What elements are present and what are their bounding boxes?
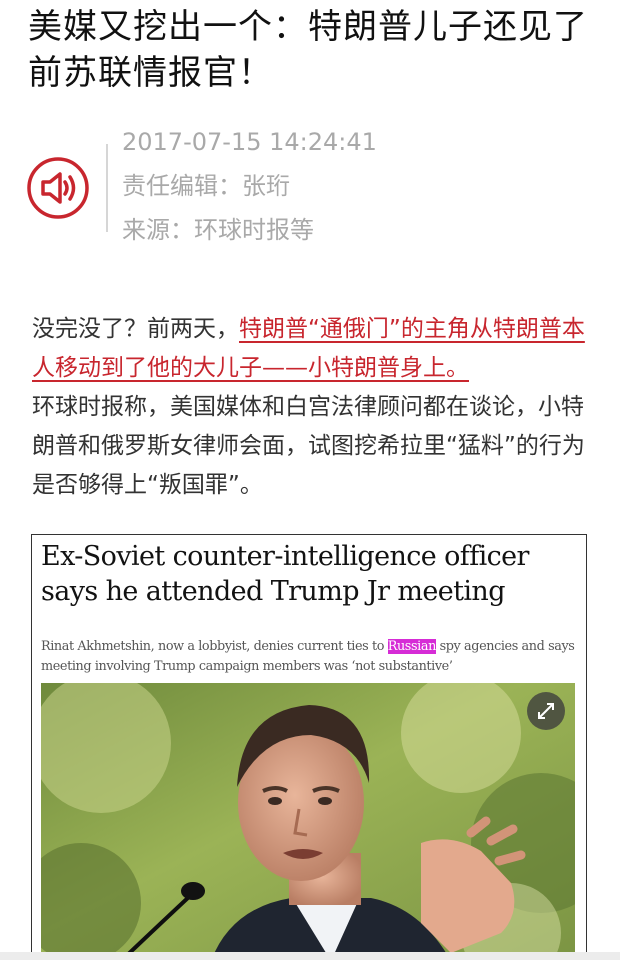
clip-standfirst-before: Rinat Akhmetshin, now a lobbyist, denies…: [41, 639, 388, 654]
article-meta: 2017-07-15 14:24:41 责任编辑：张珩 来源：环球时报等: [26, 120, 586, 260]
meta-lines: 2017-07-15 14:24:41 责任编辑：张珩 来源：环球时报等: [122, 120, 562, 252]
article-intro: 没完没了？前两天，特朗普“通俄门”的主角从特朗普本人移动到了他的大儿子——小特朗…: [32, 310, 592, 505]
editor-line: 责任编辑：张珩: [122, 172, 290, 200]
clip-standfirst: Rinat Akhmetshin, now a lobbyist, denies…: [41, 637, 581, 677]
meta-divider: [106, 144, 108, 232]
clip-highlight-word: Russian: [387, 639, 436, 654]
expand-image-button[interactable]: [527, 692, 565, 730]
intro-text-after: 环球时报称，美国媒体和白宫法律顾问都在谈论，小特朗普和俄罗斯女律师会面，试图挖希…: [32, 394, 585, 498]
expand-arrows-icon: [538, 703, 554, 719]
bottom-strip: [0, 952, 620, 960]
speaker-icon: [27, 157, 89, 219]
publish-datetime: 2017-07-15 14:24:41: [122, 128, 377, 156]
clip-headline: Ex-Soviet counter-intelligence officer s…: [41, 541, 529, 607]
source-line: 来源：环球时报等: [122, 216, 314, 244]
photo: [41, 683, 575, 960]
intro-text-before: 没完没了？前两天，: [32, 316, 239, 342]
portrait-photo: [41, 683, 575, 960]
article-title: 美媒又挖出一个：特朗普儿子还见了前苏联情报官！: [28, 7, 588, 93]
news-screenshot-image: Ex-Soviet counter-intelligence officer s…: [31, 534, 587, 960]
listen-button[interactable]: [26, 156, 90, 220]
